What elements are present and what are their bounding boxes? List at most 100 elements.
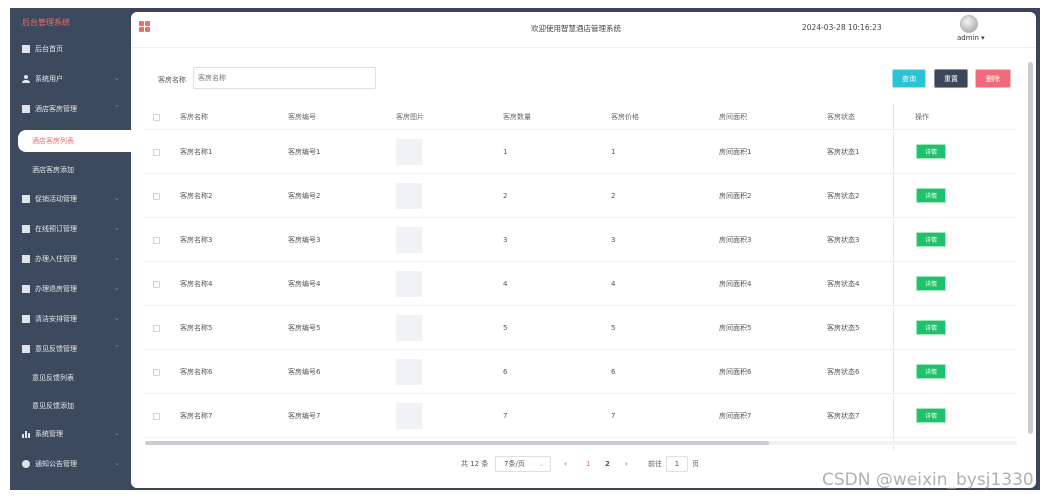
sidebar-item-check-in[interactable]: 办理入住管理 ⌄	[10, 246, 130, 272]
horizontal-scrollbar[interactable]	[145, 441, 1017, 445]
table-cell: 1	[611, 147, 616, 156]
chevron-down-icon: ⌄	[114, 254, 120, 262]
sidebar-item-home[interactable]: 后台首页	[10, 36, 130, 62]
column-header[interactable]: 客房数量	[503, 112, 531, 122]
table-row: 客房名称2 客房编号2 2 2 房间面积2 客房状态2 详情	[145, 174, 1017, 218]
table-cell: 房间面积6	[719, 367, 752, 376]
row-checkbox[interactable]	[153, 236, 160, 244]
sidebar-item-notices[interactable]: 通知公告管理 ⌄	[10, 451, 130, 477]
page-size-select[interactable]: 7条/页 ⌄	[495, 456, 551, 472]
sidebar-item-system[interactable]: 系统管理 ⌄	[10, 421, 130, 447]
select-all-checkbox[interactable]	[153, 113, 160, 121]
prev-page-button[interactable]: ‹	[564, 456, 567, 472]
brand-title: 后台管理系统	[22, 18, 70, 27]
doc-icon	[22, 285, 30, 293]
chart-icon	[22, 430, 30, 438]
detail-button[interactable]: 详情	[916, 231, 946, 247]
table-cell: 5	[611, 323, 616, 332]
sidebar-item-promotions[interactable]: 促销活动管理 ⌄	[10, 186, 130, 212]
search-input[interactable]	[193, 67, 376, 89]
sidebar-subitem-room-list[interactable]: 酒店客房列表	[18, 130, 140, 152]
table-cell: 4	[611, 279, 616, 288]
sidebar-item-room-management[interactable]: 酒店客房管理 ⌃	[10, 96, 130, 122]
detail-button[interactable]: 详情	[916, 275, 946, 291]
detail-button[interactable]: 详情	[916, 143, 946, 159]
reset-button[interactable]: 重置	[934, 69, 968, 88]
sidebar-item-cleaning[interactable]: 清洁安排管理 ⌄	[10, 306, 130, 332]
column-header[interactable]: 客房编号	[288, 112, 316, 122]
avatar[interactable]	[960, 15, 978, 33]
table-cell: 房间面积3	[719, 235, 752, 244]
table-row: 客房名称1 客房编号1 1 1 房间面积1 客房状态1 详情	[145, 130, 1017, 174]
chevron-down-icon: ⌄	[114, 284, 120, 292]
sidebar-item-feedback[interactable]: 意见反馈管理 ⌃	[10, 336, 130, 362]
user-menu[interactable]: admin ▾	[957, 34, 985, 42]
table-cell: 客房编号1	[288, 147, 321, 156]
total-count: 共 12 条	[461, 460, 489, 468]
table-cell: 3	[611, 235, 616, 244]
query-button[interactable]: 查询	[892, 69, 926, 88]
table-cell: 房间面积7	[719, 411, 752, 420]
sidebar-item-online-booking[interactable]: 在线预订管理 ⌄	[10, 216, 130, 242]
row-checkbox[interactable]	[153, 192, 160, 200]
room-image-thumbnail[interactable]	[396, 314, 422, 341]
table-cell: 2	[611, 191, 616, 200]
user-icon	[22, 75, 30, 83]
sidebar-item-label: 系统用户	[35, 75, 63, 83]
row-checkbox[interactable]	[153, 280, 160, 288]
table-cell: 客房状态3	[827, 235, 860, 244]
column-header[interactable]: 客房名称	[180, 112, 208, 122]
room-image-thumbnail[interactable]	[396, 270, 422, 297]
row-checkbox[interactable]	[153, 368, 160, 376]
column-header[interactable]: 客房价格	[611, 112, 639, 122]
table-cell: 7	[503, 411, 508, 420]
sidebar-item-label: 酒店客房管理	[35, 105, 77, 113]
room-image-thumbnail[interactable]	[396, 402, 422, 429]
page-number[interactable]: 1	[586, 456, 590, 472]
sidebar-subitem-room-add[interactable]: 酒店客房添加	[10, 159, 130, 181]
sidebar-subitem-feedback-add[interactable]: 意见反馈添加	[10, 395, 130, 417]
sidebar-item-system-users[interactable]: 系统用户 ⌄	[10, 66, 130, 92]
row-checkbox[interactable]	[153, 148, 160, 156]
column-header[interactable]: 房间面积	[719, 112, 747, 122]
sidebar-subitem-feedback-list[interactable]: 意见反馈列表	[10, 367, 130, 389]
room-image-thumbnail[interactable]	[396, 226, 422, 253]
menu-grid-icon[interactable]	[139, 21, 150, 32]
delete-button[interactable]: 删除	[975, 69, 1011, 88]
table-cell: 客房编号5	[288, 323, 321, 332]
doc-icon	[22, 315, 30, 323]
table-cell: 房间面积4	[719, 279, 752, 288]
room-image-thumbnail[interactable]	[396, 182, 422, 209]
table-row: 客房名称7 客房编号7 7 7 房间面积7 客房状态7 详情	[145, 394, 1017, 438]
sidebar-subitem-label: 意见反馈列表	[32, 374, 74, 382]
row-checkbox[interactable]	[153, 412, 160, 420]
detail-button[interactable]: 详情	[916, 407, 946, 423]
chevron-down-icon: ⌄	[114, 429, 120, 437]
room-image-thumbnail[interactable]	[396, 358, 422, 385]
sidebar-item-check-out[interactable]: 办理退房管理 ⌄	[10, 276, 130, 302]
table-cell: 5	[503, 323, 508, 332]
table-cell: 房间面积1	[719, 147, 752, 156]
chevron-down-icon: ⌄	[538, 460, 544, 468]
sidebar-item-label: 办理入住管理	[35, 255, 77, 263]
sidebar-subitem-label: 酒店客房列表	[32, 137, 74, 145]
detail-button[interactable]: 详情	[916, 363, 946, 379]
sidebar-item-label: 系统管理	[35, 430, 63, 438]
doc-icon	[22, 105, 30, 113]
sidebar-item-label: 促销活动管理	[35, 195, 77, 203]
room-image-thumbnail[interactable]	[396, 138, 422, 165]
scrollbar-thumb[interactable]	[145, 441, 769, 445]
next-page-button[interactable]: ›	[625, 456, 628, 472]
column-header[interactable]: 客房图片	[396, 112, 424, 122]
table-cell: 客房名称2	[180, 191, 213, 200]
detail-button[interactable]: 详情	[916, 187, 946, 203]
column-header[interactable]: 客房状态	[827, 112, 855, 122]
row-checkbox[interactable]	[153, 324, 160, 332]
page-number[interactable]: 2	[605, 456, 610, 472]
goto-page-input[interactable]: 1	[666, 456, 688, 472]
vertical-scrollbar[interactable]	[1028, 62, 1033, 434]
page-unit-label: 页	[692, 460, 699, 468]
table-cell: 客房名称7	[180, 411, 213, 420]
detail-button[interactable]: 详情	[916, 319, 946, 335]
table-row: 客房名称4 客房编号4 4 4 房间面积4 客房状态4 详情	[145, 262, 1017, 306]
